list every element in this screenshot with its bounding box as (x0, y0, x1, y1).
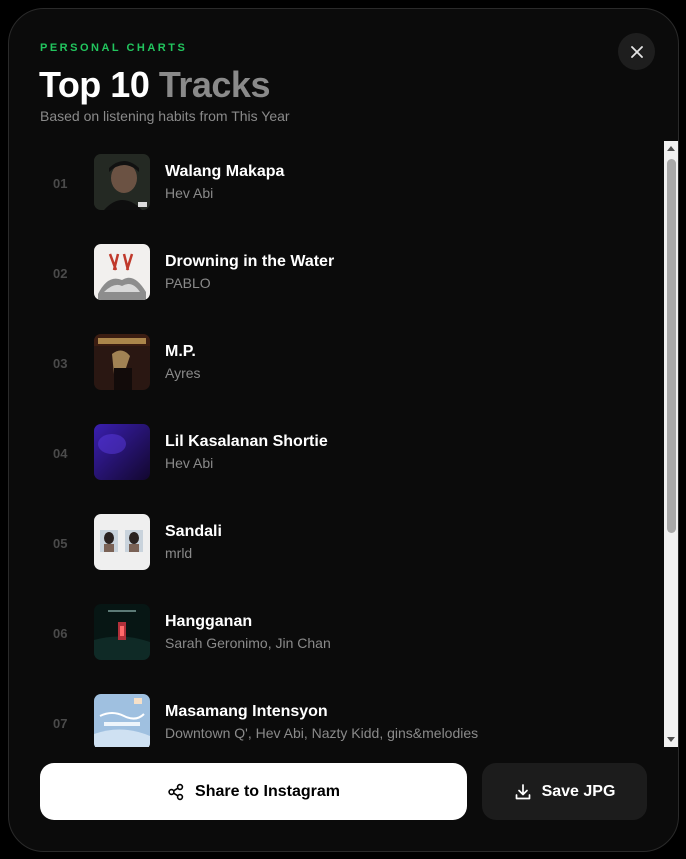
track-title: Lil Kasalanan Shortie (165, 433, 328, 450)
track-rank: 07 (53, 716, 68, 731)
track-row[interactable]: 04 Lil Kasalanan Shortie Hev Abi (9, 411, 649, 501)
save-jpg-button[interactable]: Save JPG (482, 763, 647, 820)
track-title: Hangganan (165, 613, 253, 630)
album-cover (94, 604, 150, 660)
album-cover (94, 334, 150, 390)
track-artist: mrld (165, 545, 193, 561)
track-title: Sandali (165, 523, 222, 540)
track-row[interactable]: 02 Drowning in the Water PABLO (9, 231, 649, 321)
scroll-thumb[interactable] (667, 159, 676, 533)
track-artist: Downtown Q', Hev Abi, Nazty Kidd, gins&m… (165, 725, 479, 741)
save-button-label: Save JPG (541, 782, 616, 800)
track-title: Drowning in the Water (165, 253, 335, 270)
track-title: Masamang Intensyon (165, 703, 328, 720)
track-row[interactable]: 07 Masamang Intensyon Downtown Q', Hev A… (9, 681, 649, 747)
close-icon (630, 45, 643, 58)
page-title: Top 10 Tracks (39, 64, 270, 106)
track-row[interactable]: 03 M.P. Ayres (9, 321, 649, 411)
track-row[interactable]: 06 Hangganan Sarah Geronimo, Jin Chan (9, 591, 649, 681)
share-icon (168, 783, 184, 800)
track-row[interactable]: 05 Sandali mrld (9, 501, 649, 591)
track-artist: Hev Abi (165, 185, 214, 201)
track-row[interactable]: 01 Walang Makapa Hev Abi (9, 141, 649, 231)
page-subtitle: Based on listening habits from This Year (40, 108, 290, 124)
track-artist: Ayres (165, 365, 201, 381)
section-kicker: PERSONAL CHARTS (40, 42, 188, 54)
top-tracks-modal: PERSONAL CHARTS Top 10 Tracks Based on l… (8, 8, 679, 852)
album-cover (94, 514, 150, 570)
track-rank: 02 (53, 266, 68, 281)
title-accent: Tracks (158, 64, 271, 105)
track-list[interactable]: 01 Walang Makapa Hev Abi 02 Drowning in … (9, 141, 664, 747)
track-rank: 01 (53, 176, 68, 191)
track-rank: 04 (53, 446, 68, 461)
title-main: Top 10 (39, 64, 150, 105)
track-rank: 06 (53, 626, 68, 641)
share-to-instagram-button[interactable]: Share to Instagram (40, 763, 467, 820)
track-rank: 05 (53, 536, 68, 551)
track-artist: PABLO (165, 275, 211, 291)
download-icon (515, 783, 530, 799)
album-cover (94, 694, 150, 747)
track-title: Walang Makapa (165, 163, 285, 180)
album-cover (94, 244, 150, 300)
scroll-up-arrow-icon[interactable] (667, 146, 675, 151)
scroll-down-arrow-icon[interactable] (667, 737, 675, 742)
track-title: M.P. (165, 343, 196, 360)
track-rank: 03 (53, 356, 68, 371)
close-button[interactable] (618, 33, 655, 70)
share-button-label: Share to Instagram (195, 782, 340, 800)
track-artist: Sarah Geronimo, Jin Chan (165, 635, 331, 651)
list-scrollbar[interactable] (664, 141, 678, 747)
track-artist: Hev Abi (165, 455, 214, 471)
album-cover (94, 424, 150, 480)
album-cover (94, 154, 150, 210)
